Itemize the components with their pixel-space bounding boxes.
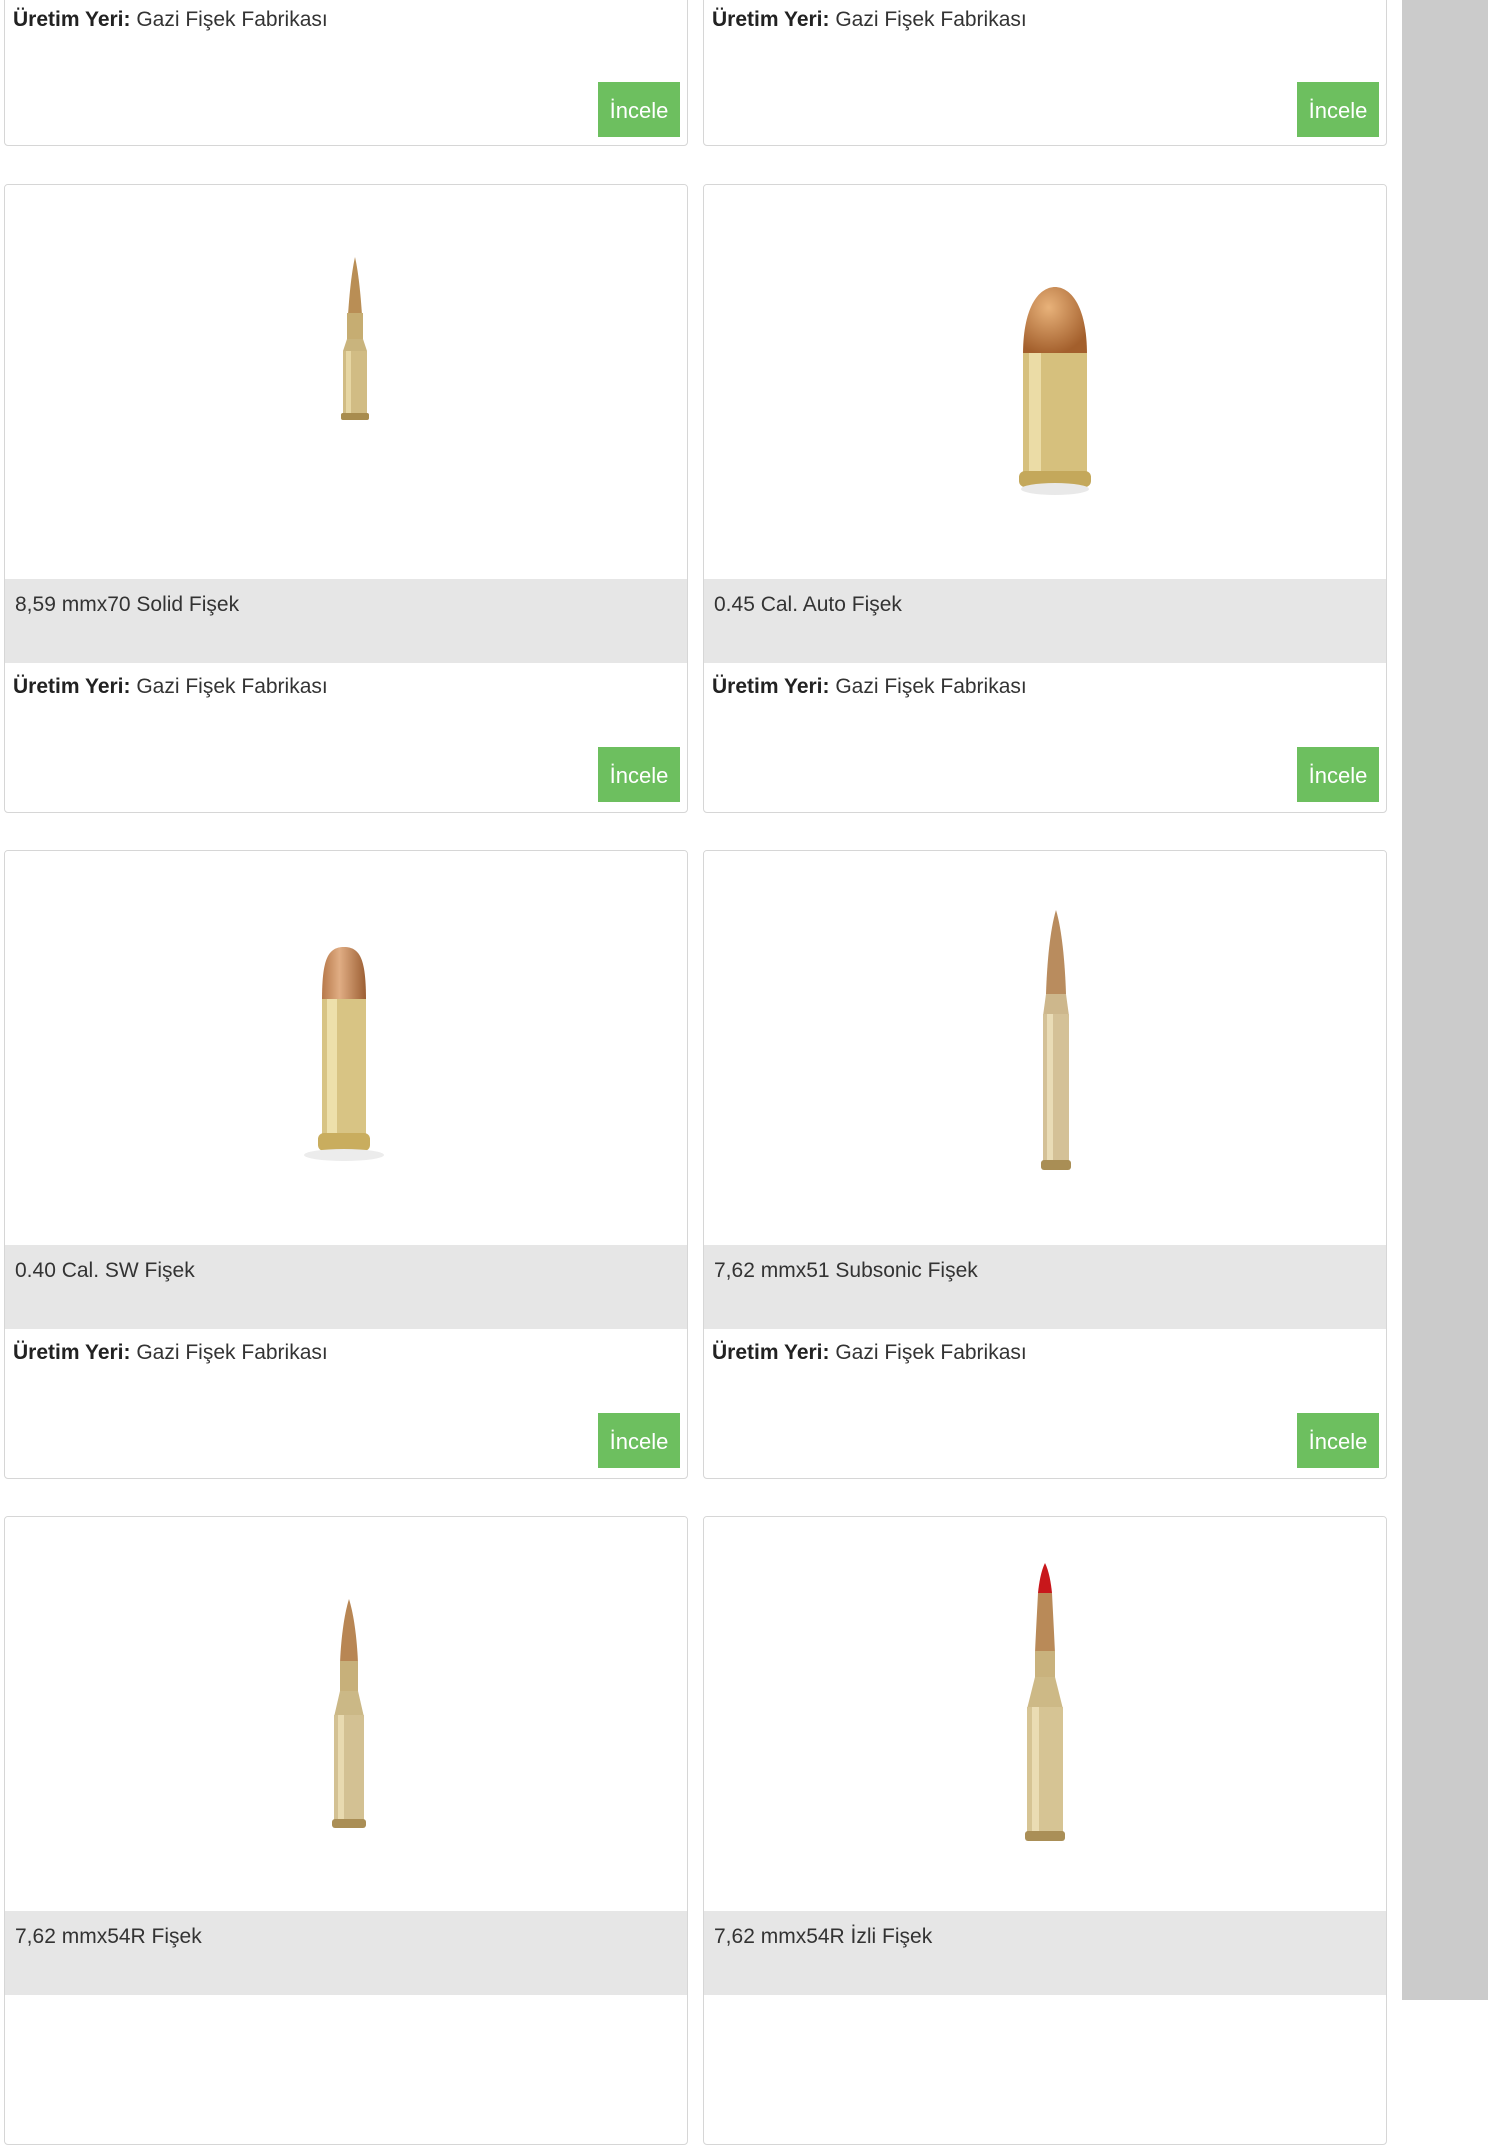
product-card: Üretim Yeri: Gazi Fişek Fabrikası İncele [703, 0, 1387, 146]
product-image[interactable] [5, 1517, 687, 1911]
inspect-button[interactable]: İncele [1297, 82, 1379, 137]
product-image[interactable] [704, 1517, 1386, 1911]
product-card: 7,62 mmx54R Fişek [4, 1516, 688, 2145]
product-card: 8,59 mmx70 Solid Fişek Üretim Yeri: Gazi… [4, 184, 688, 813]
rifle-cartridge-icon [1041, 910, 1071, 1170]
origin-text: Üretim Yeri: Gazi Fişek Fabrikası [712, 8, 1027, 31]
product-name: 0.45 Cal. Auto Fişek [704, 579, 1386, 663]
rifle-cartridge-icon [332, 1599, 366, 1828]
origin-text: Üretim Yeri: Gazi Fişek Fabrikası [13, 675, 328, 698]
origin-text: Üretim Yeri: Gazi Fişek Fabrikası [13, 1341, 328, 1364]
inspect-button[interactable]: İncele [1297, 747, 1379, 802]
product-image[interactable] [704, 851, 1386, 1245]
product-name: 8,59 mmx70 Solid Fişek [5, 579, 687, 663]
product-name: 0.40 Cal. SW Fişek [5, 1245, 687, 1329]
product-name: 7,62 mmx54R Fişek [5, 1911, 687, 1995]
origin-text: Üretim Yeri: Gazi Fişek Fabrikası [712, 1341, 1027, 1364]
product-name: 7,62 mmx51 Subsonic Fişek [704, 1245, 1386, 1329]
origin-text: Üretim Yeri: Gazi Fişek Fabrikası [13, 8, 328, 31]
inspect-button[interactable]: İncele [598, 1413, 680, 1468]
product-card: 0.45 Cal. Auto Fişek Üretim Yeri: Gazi F… [703, 184, 1387, 813]
inspect-button[interactable]: İncele [598, 747, 680, 802]
tracer-cartridge-icon [1025, 1563, 1065, 1841]
rifle-cartridge-icon [341, 257, 369, 420]
product-name: 7,62 mmx54R İzli Fişek [704, 1911, 1386, 1995]
scrollbar-track[interactable] [1402, 0, 1488, 2000]
product-image[interactable] [704, 185, 1386, 579]
origin-text: Üretim Yeri: Gazi Fişek Fabrikası [712, 675, 1027, 698]
pistol-cartridge-icon [1019, 287, 1091, 495]
product-card: Üretim Yeri: Gazi Fişek Fabrikası İncele [4, 0, 688, 146]
product-image[interactable] [5, 185, 687, 579]
inspect-button[interactable]: İncele [1297, 1413, 1379, 1468]
inspect-button[interactable]: İncele [598, 82, 680, 137]
product-card: 7,62 mmx54R İzli Fişek [703, 1516, 1387, 2145]
product-card: 0.40 Cal. SW Fişek Üretim Yeri: Gazi Fiş… [4, 850, 688, 1479]
product-image[interactable] [5, 851, 687, 1245]
pistol-cartridge-icon [304, 947, 384, 1161]
product-card: 7,62 mmx51 Subsonic Fişek Üretim Yeri: G… [703, 850, 1387, 1479]
